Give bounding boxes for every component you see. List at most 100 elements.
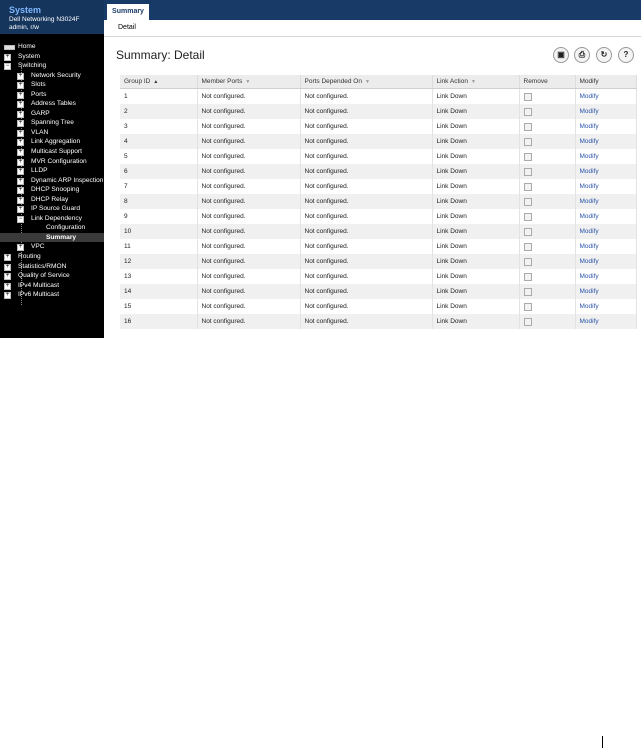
tab-summary[interactable]: Summary (107, 4, 149, 20)
expand-icon[interactable]: + (4, 53, 11, 61)
modify-link[interactable]: Modify (580, 153, 599, 160)
modify-link[interactable]: Modify (580, 258, 599, 265)
expand-icon[interactable]: + (17, 101, 24, 109)
modify-link[interactable]: Modify (580, 213, 599, 220)
modify-link[interactable]: Modify (580, 273, 599, 280)
remove-checkbox[interactable] (523, 317, 532, 326)
modify-link[interactable]: Modify (580, 198, 599, 205)
expand-icon[interactable]: + (4, 273, 11, 281)
expand-icon[interactable]: + (17, 91, 24, 99)
expand-icon[interactable]: + (17, 206, 24, 214)
nav-item[interactable]: + Ports (0, 90, 104, 100)
remove-checkbox[interactable] (523, 92, 532, 101)
expand-icon[interactable]: + (17, 149, 24, 157)
expand-icon[interactable]: + (4, 282, 11, 290)
nav-item[interactable]: Home (0, 42, 104, 52)
remove-checkbox[interactable] (523, 182, 532, 191)
nav-item[interactable]: + Link Aggregation (0, 137, 104, 147)
remove-checkbox[interactable] (523, 302, 532, 311)
collapse-icon[interactable]: − (4, 63, 11, 71)
expand-icon[interactable]: + (17, 196, 24, 204)
remove-checkbox[interactable] (523, 152, 532, 161)
modify-link[interactable]: Modify (580, 168, 599, 175)
nav-item[interactable]: + MVR Configuration (0, 157, 104, 167)
remove-checkbox[interactable] (523, 122, 532, 131)
nav-item[interactable]: Configuration (0, 223, 104, 233)
expand-icon[interactable]: + (4, 292, 11, 300)
table-row: 15 Not configured. Not configured. Link Dow… (120, 299, 637, 314)
modify-link[interactable]: Modify (580, 138, 599, 145)
nav-item[interactable]: + IPv6 Multicast (0, 290, 104, 300)
cell-link-action: Link Down (432, 104, 520, 119)
remove-checkbox[interactable] (523, 212, 532, 221)
col-header-member-ports[interactable]: Member Ports ▼ (197, 75, 301, 89)
modify-link[interactable]: Modify (580, 123, 599, 130)
nav-item[interactable]: + LLDP (0, 166, 104, 176)
print-icon[interactable]: ⎙ (574, 47, 590, 63)
expand-icon[interactable]: + (17, 110, 24, 118)
help-icon[interactable]: ? (618, 47, 634, 63)
expand-icon[interactable]: + (17, 158, 24, 166)
nav-item[interactable]: Summary (0, 232, 104, 243)
nav-item[interactable]: + Address Tables (0, 99, 104, 109)
remove-checkbox[interactable] (523, 257, 532, 266)
expand-icon[interactable]: + (17, 82, 24, 90)
nav-item[interactable]: + Spanning Tree (0, 118, 104, 128)
modify-link[interactable]: Modify (580, 303, 599, 310)
nav-item[interactable]: + VPC (0, 242, 104, 252)
nav-item-label: VPC (31, 243, 45, 251)
nav-item[interactable]: + IP Source Guard (0, 204, 104, 214)
subtab-detail[interactable]: Detail (118, 24, 136, 31)
modify-link[interactable]: Modify (580, 108, 599, 115)
expand-icon[interactable]: + (17, 72, 24, 80)
nav-item[interactable]: − Link Dependency (0, 214, 104, 224)
nav-item[interactable]: + DHCP Relay (0, 195, 104, 205)
collapse-icon[interactable]: − (17, 215, 24, 223)
nav-item[interactable]: + IPv4 Multicast (0, 281, 104, 291)
col-header-link-action[interactable]: Link Action ▼ (432, 75, 520, 89)
nav-item[interactable]: + Quality of Service (0, 271, 104, 281)
remove-checkbox[interactable] (523, 167, 532, 176)
nav-item-label: Dynamic ARP Inspection (31, 176, 104, 184)
cell-ports-depended-on: Not configured. (300, 104, 433, 119)
remove-checkbox[interactable] (523, 197, 532, 206)
nav-item[interactable]: + Slots (0, 80, 104, 90)
nav-item[interactable]: + Routing (0, 252, 104, 262)
nav-item[interactable]: + GARP (0, 109, 104, 119)
expand-icon[interactable]: + (4, 263, 11, 271)
nav-item[interactable]: + Network Security (0, 71, 104, 81)
nav-item[interactable]: + Statistics/RMON (0, 262, 104, 272)
modify-link[interactable]: Modify (580, 318, 599, 325)
expand-icon[interactable]: + (17, 129, 24, 137)
save-icon[interactable]: ▣ (553, 47, 569, 63)
expand-icon[interactable]: + (17, 139, 24, 147)
remove-checkbox[interactable] (523, 137, 532, 146)
cell-link-action: Link Down (432, 209, 520, 224)
expand-icon[interactable]: + (17, 187, 24, 195)
remove-checkbox[interactable] (523, 227, 532, 236)
modify-link[interactable]: Modify (580, 93, 599, 100)
remove-checkbox[interactable] (523, 287, 532, 296)
col-header-group-id[interactable]: Group ID ▲ (120, 75, 198, 89)
remove-checkbox[interactable] (523, 242, 532, 251)
cell-ports-depended-on: Not configured. (300, 314, 433, 329)
remove-checkbox[interactable] (523, 272, 532, 281)
modify-link[interactable]: Modify (580, 228, 599, 235)
expand-icon[interactable]: + (17, 177, 24, 185)
refresh-icon[interactable]: ↻ (596, 47, 612, 63)
remove-checkbox[interactable] (523, 107, 532, 116)
expand-icon[interactable]: + (4, 254, 11, 262)
expand-icon[interactable]: + (17, 168, 24, 176)
nav-item[interactable]: + Dynamic ARP Inspection (0, 176, 104, 186)
expand-icon[interactable]: + (17, 120, 24, 128)
expand-icon[interactable]: + (17, 244, 24, 252)
modify-link[interactable]: Modify (580, 183, 599, 190)
nav-item[interactable]: + VLAN (0, 128, 104, 138)
modify-link[interactable]: Modify (580, 243, 599, 250)
modify-link[interactable]: Modify (580, 288, 599, 295)
nav-item[interactable]: + DHCP Snooping (0, 185, 104, 195)
col-header-ports-depended-on[interactable]: Ports Depended On ▼ (300, 75, 433, 89)
nav-item[interactable]: − Switching (0, 61, 104, 71)
nav-item[interactable]: + System (0, 52, 104, 62)
nav-item[interactable]: + Multicast Support (0, 147, 104, 157)
